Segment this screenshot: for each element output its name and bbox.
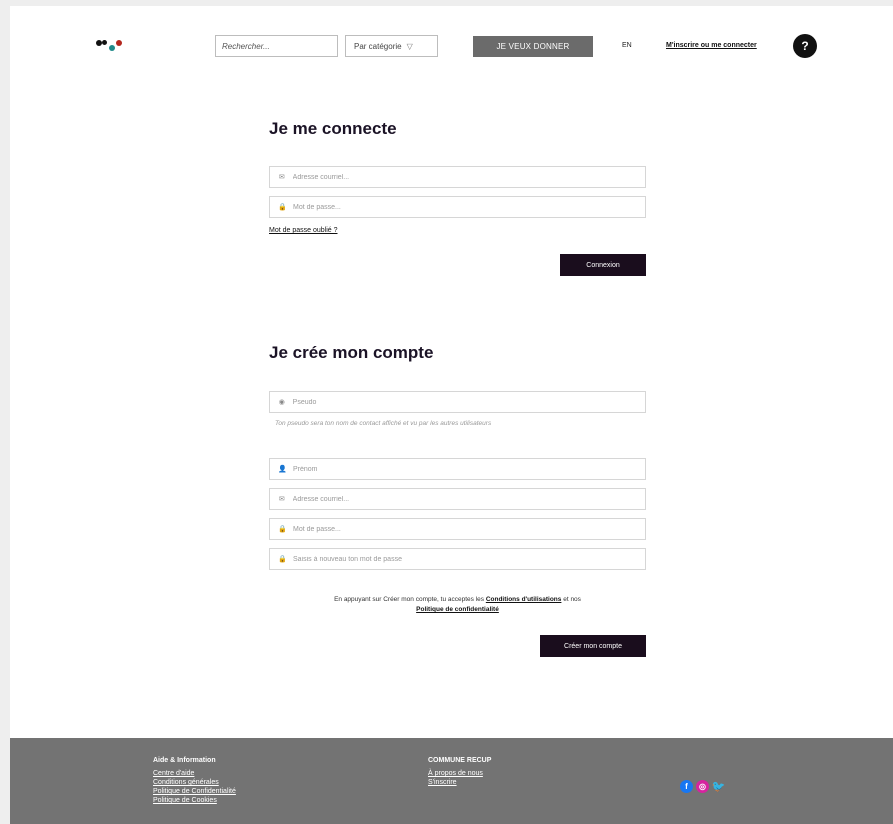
- forgot-password-link[interactable]: Mot de passe oublié ?: [269, 227, 338, 234]
- logo[interactable]: [96, 38, 136, 54]
- privacy-link[interactable]: Politique de confidentialité: [416, 606, 499, 613]
- twitter-icon[interactable]: 🐦: [712, 780, 726, 793]
- register-title: Je crée mon compte: [269, 343, 434, 362]
- category-select-label: Par catégorie: [354, 41, 402, 51]
- footer-link-help-center[interactable]: Centre d'aide: [153, 769, 236, 778]
- legal-text: et nos: [563, 596, 581, 603]
- footer-heading: COMMUNE RECUP: [428, 757, 492, 764]
- search-input[interactable]: [215, 35, 338, 57]
- help-button[interactable]: ?: [793, 34, 817, 58]
- firstname-field[interactable]: 👤: [269, 458, 646, 480]
- page: Par catégorie ▽ JE VEUX DONNER EN M'insc…: [10, 6, 893, 824]
- footer-link-about[interactable]: À propos de nous: [428, 769, 491, 778]
- category-select[interactable]: Par catégorie ▽: [345, 35, 438, 57]
- register-password-input[interactable]: [293, 525, 637, 533]
- login-title: Je me connecte: [269, 119, 397, 138]
- footer: Aide & Information Centre d'aide Conditi…: [10, 738, 893, 824]
- mail-icon: ✉: [278, 496, 285, 503]
- footer-link-signup[interactable]: S'inscrire: [428, 778, 491, 787]
- login-password-field[interactable]: 🔒: [269, 196, 646, 218]
- footer-about-column: COMMUNE RECUP À propos de nous S'inscrir…: [428, 756, 491, 787]
- footer-heading: Aide & Information: [153, 757, 216, 764]
- instagram-icon[interactable]: ◎: [696, 780, 709, 793]
- login-button[interactable]: Connexion: [560, 254, 646, 276]
- terms-link[interactable]: Conditions d'utilisations: [486, 596, 562, 603]
- footer-link-privacy[interactable]: Politique de Confidentialité: [153, 787, 236, 796]
- signup-login-link[interactable]: M'inscrire ou me connecter: [666, 42, 757, 49]
- social-links: f ◎ 🐦: [680, 780, 725, 793]
- register-email-field[interactable]: ✉: [269, 488, 646, 510]
- create-account-button[interactable]: Créer mon compte: [540, 635, 646, 657]
- facebook-icon[interactable]: f: [680, 780, 693, 793]
- footer-link-terms[interactable]: Conditions générales: [153, 778, 236, 787]
- legal-text: En appuyant sur Créer mon compte, tu acc…: [334, 596, 485, 603]
- lock-icon: 🔒: [278, 556, 287, 563]
- logo-dot: [116, 40, 122, 46]
- pseudo-field[interactable]: ◉: [269, 391, 646, 413]
- give-button[interactable]: JE VEUX DONNER: [473, 36, 593, 57]
- footer-link-cookies[interactable]: Politique de Cookies: [153, 796, 236, 805]
- language-switch[interactable]: EN: [622, 42, 632, 49]
- register-password-field[interactable]: 🔒: [269, 518, 646, 540]
- mail-icon: ✉: [278, 174, 285, 181]
- pseudo-hint: Ton pseudo sera ton nom de contact affic…: [275, 420, 492, 427]
- logo-dot: [102, 40, 107, 45]
- firstname-input[interactable]: [293, 465, 637, 473]
- eye-icon: ◉: [278, 399, 285, 406]
- login-email-input[interactable]: [292, 173, 637, 181]
- register-password-confirm-field[interactable]: 🔒: [269, 548, 646, 570]
- footer-help-column: Aide & Information Centre d'aide Conditi…: [153, 756, 236, 805]
- register-email-input[interactable]: [292, 495, 637, 503]
- chevron-down-icon: ▽: [406, 41, 413, 51]
- lock-icon: 🔒: [278, 526, 287, 533]
- lock-icon: 🔒: [278, 204, 287, 211]
- user-icon: 👤: [278, 466, 287, 473]
- register-password-confirm-input[interactable]: [293, 555, 637, 563]
- pseudo-input[interactable]: [292, 398, 637, 406]
- login-email-field[interactable]: ✉: [269, 166, 646, 188]
- logo-dot: [109, 45, 115, 51]
- legal-notice: En appuyant sur Créer mon compte, tu acc…: [269, 595, 646, 615]
- login-password-input[interactable]: [293, 203, 637, 211]
